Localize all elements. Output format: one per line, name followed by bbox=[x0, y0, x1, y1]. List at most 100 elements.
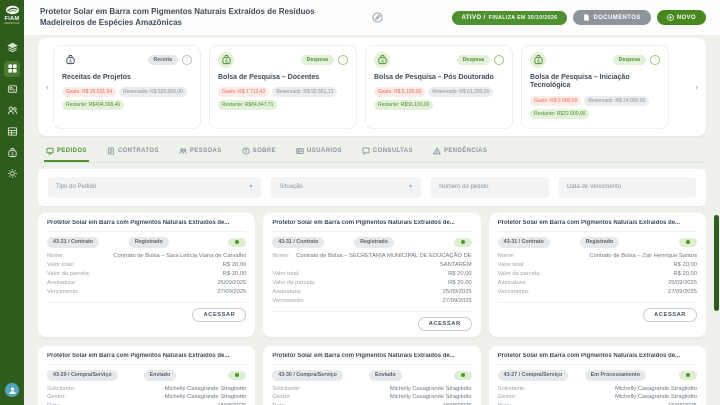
table-icon bbox=[7, 127, 17, 136]
contract-file-icon bbox=[107, 147, 114, 155]
gasto-chip: Gasto: R$ 5.100,00 bbox=[374, 87, 426, 98]
numero-pedido-input[interactable] bbox=[431, 176, 550, 198]
order-card-title: Protetor Solar em Barra com Pigmentos Na… bbox=[47, 353, 247, 365]
order-status-badge: Em Processamento bbox=[584, 369, 646, 381]
order-card: Protetor Solar em Barra com Pigmentos Na… bbox=[38, 212, 256, 337]
tab-consultas[interactable]: CONSULTAS bbox=[360, 142, 415, 162]
svg-text:$: $ bbox=[381, 58, 384, 63]
leaf-swoosh-icon bbox=[5, 5, 19, 15]
reservado-chip: Reservado: R$ 92.561,13 bbox=[272, 87, 338, 98]
acessar-button[interactable]: ACESSAR bbox=[417, 316, 472, 331]
people-icon bbox=[7, 106, 17, 115]
order-card: Protetor Solar em Barra com Pigmentos Na… bbox=[263, 345, 481, 405]
field-row: Valor da parcela: R$ 20,00 bbox=[497, 270, 697, 277]
sidebar-item-settings[interactable] bbox=[4, 166, 20, 182]
field-row: Solicitante: Michelly Casagrande Straglio… bbox=[47, 385, 247, 392]
order-card-title: Protetor Solar em Barra com Pigmentos Na… bbox=[272, 220, 472, 232]
money-bag-icon: $ bbox=[530, 51, 546, 68]
tab-usuarios[interactable]: USUÁRIOS bbox=[294, 142, 344, 162]
green-dot-icon bbox=[235, 240, 240, 245]
green-dot-icon bbox=[235, 373, 240, 377]
budget-carousel: ‹ $ Receita ⋮ Receitas de Projetos Gasto… bbox=[38, 37, 706, 136]
field-row: Valor total: R$ 20,00 bbox=[272, 270, 472, 277]
sidebar: FIAM AMAZÔNIA $ bbox=[0, 0, 24, 405]
order-ref-badge: 43-31 / Contrato bbox=[497, 236, 550, 248]
field-row: Gestor: Michelly Casagrande Stragliotto bbox=[497, 394, 697, 401]
presentation-icon bbox=[7, 85, 17, 93]
situacao-select[interactable]: Situação ▼ bbox=[271, 176, 422, 198]
vertical-scrollbar-thumb[interactable] bbox=[714, 215, 719, 311]
data-vencimento-input[interactable] bbox=[559, 176, 696, 198]
budget-card-title: Bolsa de Pesquisa – Docentes bbox=[218, 73, 320, 81]
status-finaliza-button[interactable]: ATIVO / FINALIZA EM 30/10/2026 bbox=[451, 10, 568, 25]
budget-card-title: Receitas de Projetos bbox=[62, 73, 131, 81]
tipo-pedido-select[interactable]: Tipo do Pedido ▼ bbox=[48, 176, 262, 198]
status-dot-badge bbox=[678, 237, 697, 247]
budget-card-docentes: $ Despesa ⋮ Bolsa de Pesquisa – Docentes… bbox=[209, 44, 357, 129]
tab-pessoas[interactable]: PESSOAS bbox=[177, 142, 224, 162]
field-row: Assinatura: 25/09/2025 bbox=[272, 288, 472, 295]
order-ref-badge: 43-31 / Contrato bbox=[47, 236, 100, 248]
restante-chip: Restante: R$494.368,46 bbox=[62, 100, 125, 111]
type-badge: Despesa bbox=[612, 54, 646, 65]
tab-pedidos[interactable]: PEDIDOS bbox=[44, 142, 89, 162]
new-button[interactable]: NOVO bbox=[656, 10, 706, 26]
status-dot-badge bbox=[228, 370, 247, 380]
sidebar-item-dashboard[interactable] bbox=[4, 60, 20, 77]
order-ref-badge: 43-31 / Contrato bbox=[272, 236, 325, 248]
field-row: Gestor: Michelly Casagrande Stragliotto bbox=[47, 394, 247, 401]
user-avatar[interactable] bbox=[5, 383, 19, 397]
orders-grid: Protetor Solar em Barra com Pigmentos Na… bbox=[38, 212, 706, 405]
project-title: Protetor Solar em Barra com Pigmentos Na… bbox=[40, 7, 315, 27]
budget-card-receitas: $ Receita ⋮ Receitas de Projetos Gasto: … bbox=[53, 44, 201, 129]
field-row: Nome: Contrato de Bolsa – Zair Henrique S… bbox=[497, 252, 697, 259]
top-bar: Protetor Solar em Barra com Pigmentos Na… bbox=[24, 0, 720, 35]
field-row: Assinatura: 25/09/2025 bbox=[47, 279, 247, 286]
settings-gear-icon bbox=[7, 169, 17, 178]
carousel-prev-button[interactable]: ‹ bbox=[42, 82, 53, 92]
field-row: Nome: Contrato de Bolsa – Sara Letícia Vi… bbox=[47, 252, 247, 259]
budget-card-title: Bolsa de Pesquisa – Pós Doutorado bbox=[374, 73, 494, 81]
card-menu-button[interactable]: ⋮ bbox=[494, 54, 504, 65]
type-badge: Despesa bbox=[456, 54, 490, 65]
green-dot-icon bbox=[685, 240, 690, 245]
green-dot-icon bbox=[460, 240, 465, 245]
sidebar-item-presentation[interactable] bbox=[4, 82, 20, 98]
field-row: Valor da parcela: R$ 20,00 bbox=[272, 279, 472, 286]
green-dot-icon bbox=[685, 373, 690, 377]
new-label: NOVO bbox=[676, 14, 696, 21]
sidebar-item-people[interactable] bbox=[4, 103, 20, 119]
sidebar-item-table[interactable] bbox=[4, 124, 20, 140]
edit-project-button[interactable] bbox=[372, 12, 383, 23]
card-menu-button[interactable]: ⋮ bbox=[338, 54, 348, 65]
documents-button[interactable]: DOCUMENTOS bbox=[573, 10, 651, 26]
field-row: Vencimento: 27/09/2025 bbox=[497, 288, 697, 295]
sidebar-item-layers[interactable] bbox=[4, 40, 20, 56]
field-row: Vencimento: 27/09/2025 bbox=[47, 288, 247, 295]
sidebar-item-finance[interactable]: $ bbox=[4, 145, 20, 161]
svg-text:$: $ bbox=[69, 58, 72, 63]
order-card: Protetor Solar em Barra com Pigmentos Na… bbox=[263, 212, 481, 337]
carousel-next-button[interactable]: › bbox=[691, 82, 702, 92]
warning-triangle-icon bbox=[433, 147, 441, 154]
card-menu-button[interactable]: ⋮ bbox=[650, 54, 660, 65]
plus-circle-icon bbox=[666, 14, 674, 22]
field-row: Valor total: R$ 20,00 bbox=[47, 261, 247, 268]
tab-sobre[interactable]: SOBRE bbox=[240, 142, 278, 162]
money-bag-icon: $ bbox=[218, 51, 234, 68]
acessar-button[interactable]: ACESSAR bbox=[192, 307, 247, 322]
budget-card-title: Bolsa de Pesquisa – Iniciação Tecnológic… bbox=[530, 73, 630, 90]
order-status-badge: Registrado bbox=[354, 236, 394, 248]
order-card-title: Protetor Solar em Barra com Pigmentos Na… bbox=[272, 353, 472, 365]
tab-contratos[interactable]: CONTRATOS bbox=[105, 142, 161, 162]
acessar-button[interactable]: ACESSAR bbox=[643, 307, 697, 322]
svg-text:$: $ bbox=[225, 58, 228, 63]
status-label: ATIVO / bbox=[461, 14, 486, 21]
field-row: Solicitante: Michelly Casagrande Straglio… bbox=[497, 385, 697, 392]
chevron-down-icon: ▼ bbox=[408, 184, 414, 191]
card-menu-button[interactable]: ⋮ bbox=[182, 54, 192, 65]
type-badge: Despesa bbox=[300, 54, 334, 65]
tab-pendencias[interactable]: PENDÊNCIAS bbox=[431, 142, 489, 162]
reservado-chip: Reservado: R$ 520.000,00 bbox=[119, 87, 187, 98]
order-card: Protetor Solar em Barra com Pigmentos Na… bbox=[488, 345, 706, 405]
